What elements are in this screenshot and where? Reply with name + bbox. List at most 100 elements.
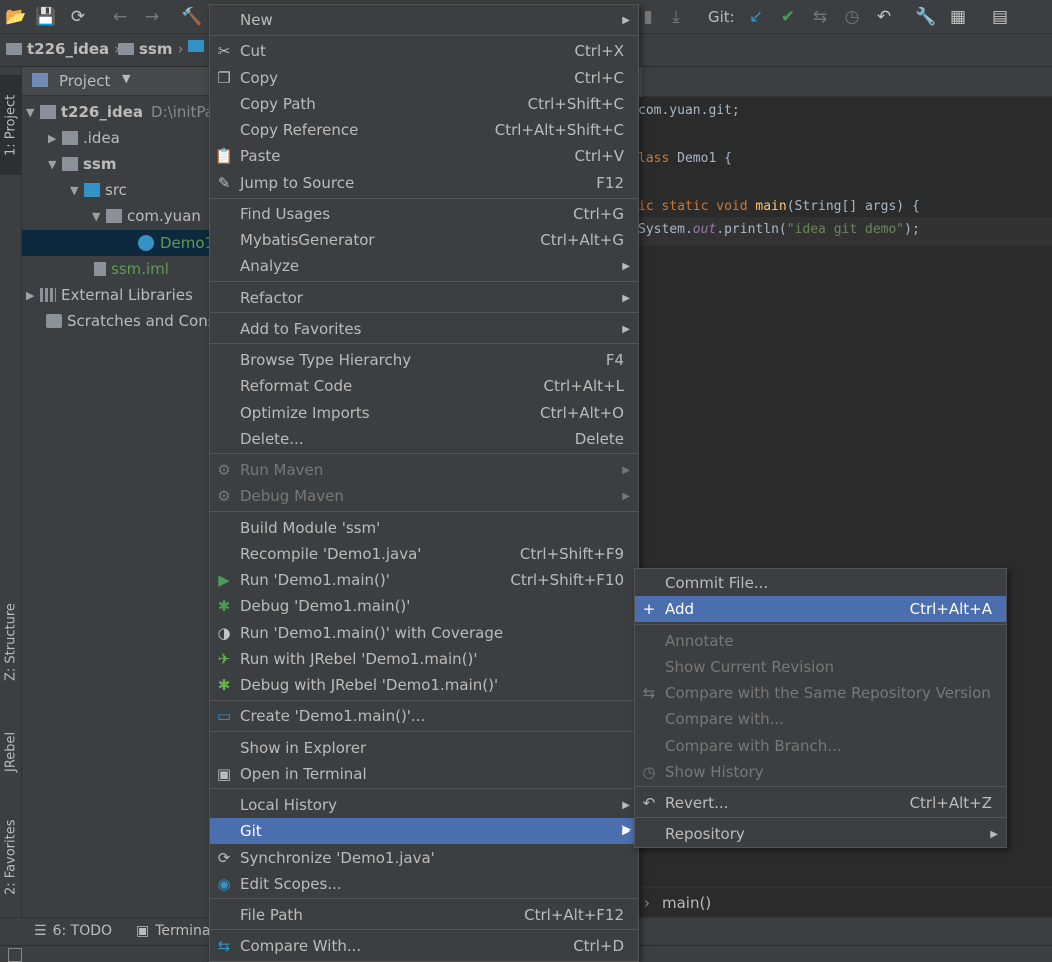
menu-separator [210,788,638,789]
menu-item-browse-type-hierarchy[interactable]: Browse Type Hierarchy F4 [210,347,638,373]
expand-arrow-icon[interactable]: ▼ [48,158,62,171]
menu-shortcut: Delete [574,430,624,448]
menu-item-debug[interactable]: ✱ Debug 'Demo1.main()' [210,593,638,619]
breadcrumb-item-module[interactable]: ssm › [118,40,184,58]
tab-todo[interactable]: ☰ 6: TODO [34,923,112,939]
chevron-down-icon[interactable]: ▼ [122,72,130,85]
git-history-icon[interactable]: ◷ [840,5,864,29]
menu-item-debug-jrebel[interactable]: ✱ Debug with JRebel 'Demo1.main()' [210,672,638,698]
collapse-arrow-icon[interactable]: ▶ [48,132,62,145]
git-item-show-current-revision[interactable]: Show Current Revision [635,654,1006,680]
menu-item-reformat-code[interactable]: Reformat Code Ctrl+Alt+L [210,373,638,399]
git-item-repository[interactable]: Repository ▶ [635,821,1006,847]
expand-arrow-icon[interactable]: ▼ [26,106,40,119]
menu-item-optimize-imports[interactable]: Optimize Imports Ctrl+Alt+O [210,400,638,426]
menu-item-new[interactable]: New ▶ [210,7,638,33]
menu-item-edit-scopes[interactable]: ◉ Edit Scopes... [210,871,638,897]
menu-item-analyze[interactable]: Analyze ▶ [210,253,638,279]
tab-terminal[interactable]: ▣ Termina [136,923,211,939]
menu-label: Delete... [240,430,304,448]
save-icon[interactable]: 💾 [34,5,58,29]
tab-project[interactable]: 1: Project [0,75,22,175]
git-item-compare-same-repo[interactable]: ⇆ Compare with the Same Repository Versio… [635,680,1006,706]
git-revert-icon[interactable]: ↶ [872,5,896,29]
sync-icon[interactable]: ⟳ [66,5,90,29]
menu-item-paste[interactable]: 📋 Paste Ctrl+V [210,143,638,169]
menu-item-run[interactable]: ▶ Run 'Demo1.main()' Ctrl+Shift+F10 [210,567,638,593]
menu-item-synchronize[interactable]: ⟳ Synchronize 'Demo1.java' [210,845,638,871]
git-item-annotate[interactable]: Annotate [635,628,1006,654]
menu-label: Recompile 'Demo1.java' [240,545,422,563]
menu-item-mybatis-generator[interactable]: MybatisGenerator Ctrl+Alt+G [210,227,638,253]
tree-row-idea[interactable]: ▶ .idea [22,125,236,151]
forward-icon[interactable]: → [140,5,164,29]
menu-item-jump-to-source[interactable]: ✎ Jump to Source F12 [210,170,638,196]
git-update-icon[interactable]: ↙ [744,5,768,29]
expand-arrow-icon[interactable]: ▼ [92,210,106,223]
menu-label: Copy Path [240,95,316,113]
menu-item-build-module[interactable]: Build Module 'ssm' [210,515,638,541]
open-folder-icon[interactable]: 📂 [4,5,28,29]
menu-item-debug-maven[interactable]: ⚙ Debug Maven ▶ [210,483,638,509]
menu-item-git[interactable]: Git ▶ [210,818,638,844]
tree-row-root[interactable]: ▼ t226_idea D:\initPa [22,99,214,125]
code-line-main: ic static void main(String[] args) { [638,199,920,214]
build-hammer-icon[interactable]: 🔨 [180,5,204,29]
menu-item-cut[interactable]: ✂ Cut Ctrl+X [210,38,638,64]
menu-item-create-configuration[interactable]: ▭ Create 'Demo1.main()'... [210,703,638,729]
menu-item-compare-with[interactable]: ⇆ Compare With... Ctrl+D [210,933,638,959]
menu-item-copy-path[interactable]: Copy Path Ctrl+Shift+C [210,91,638,117]
git-item-commit-file[interactable]: Commit File... [635,570,1006,596]
project-structure-icon[interactable]: ▦ [946,5,970,29]
menu-label: New [240,11,273,29]
menu-item-find-usages[interactable]: Find Usages Ctrl+G [210,201,638,227]
menu-item-local-history[interactable]: Local History ▶ [210,792,638,818]
tab-structure[interactable]: Z: Structure [0,592,22,692]
tree-row-external-libraries[interactable]: ▶ External Libraries [22,282,214,308]
git-item-show-history[interactable]: ◷ Show History [635,759,1006,785]
sdk-manager-icon[interactable]: ▤ [988,5,1012,29]
menu-item-copy-reference[interactable]: Copy Reference Ctrl+Alt+Shift+C [210,117,638,143]
menu-item-run-with-coverage[interactable]: ◑ Run 'Demo1.main()' with Coverage [210,620,638,646]
menu-item-file-path[interactable]: File Path Ctrl+Alt+F12 [210,902,638,928]
stop-disabled-icon[interactable]: ⤓ [664,5,688,29]
menu-separator [210,898,638,899]
tree-row-scratches[interactable]: Scratches and Cons [22,308,234,334]
menu-item-refactor[interactable]: Refactor ▶ [210,285,638,311]
back-icon[interactable]: ← [108,5,132,29]
git-item-revert[interactable]: ↶ Revert... Ctrl+Alt+Z [635,790,1006,816]
menu-item-recompile[interactable]: Recompile 'Demo1.java' Ctrl+Shift+F9 [210,541,638,567]
git-item-compare-with-branch[interactable]: Compare with Branch... [635,733,1006,759]
menu-item-delete[interactable]: Delete... Delete [210,426,638,452]
code-text: System. [638,222,693,237]
collapse-arrow-icon[interactable]: ▶ [26,289,40,302]
git-commit-icon[interactable]: ✔ [776,5,800,29]
terminal-icon: ▣ [216,765,232,783]
menu-label: Git [240,822,262,840]
tool-windows-icon[interactable] [8,948,22,962]
revert-icon: ↶ [642,794,656,812]
git-item-add[interactable]: + Add Ctrl+Alt+A [635,596,1006,622]
tree-row-ssm[interactable]: ▼ ssm [22,151,236,177]
breadcrumb-item-root[interactable]: t226_idea › [6,40,120,58]
run-disabled-icon[interactable]: ▮ [636,5,660,29]
menu-item-show-in-explorer[interactable]: Show in Explorer [210,735,638,761]
git-compare-icon[interactable]: ⇆ [808,5,832,29]
git-item-compare-with[interactable]: Compare with... [635,706,1006,732]
expand-arrow-icon[interactable]: ▼ [70,184,84,197]
tab-jrebel[interactable]: JRebel [0,717,22,787]
menu-item-open-in-terminal[interactable]: ▣ Open in Terminal [210,761,638,787]
settings-wrench-icon[interactable]: 🔧 [914,5,938,29]
compare-icon: ⇆ [642,684,656,702]
menu-item-run-maven[interactable]: ⚙ Run Maven ▶ [210,457,638,483]
breadcrumb-item-src[interactable] [188,40,204,52]
breadcrumb-method[interactable]: main() [662,894,711,912]
menu-item-run-jrebel[interactable]: ✈ Run with JRebel 'Demo1.main()' [210,646,638,672]
menu-item-copy[interactable]: ❐ Copy Ctrl+C [210,65,638,91]
gear-icon: ⚙ [217,461,231,479]
tab-favorites[interactable]: 2: Favorites [0,807,22,907]
project-panel-title[interactable]: Project [59,72,110,90]
breadcrumb-label: t226_idea [27,40,110,58]
menu-shortcut: Ctrl+G [573,205,624,223]
menu-item-add-to-favorites[interactable]: Add to Favorites ▶ [210,316,638,342]
